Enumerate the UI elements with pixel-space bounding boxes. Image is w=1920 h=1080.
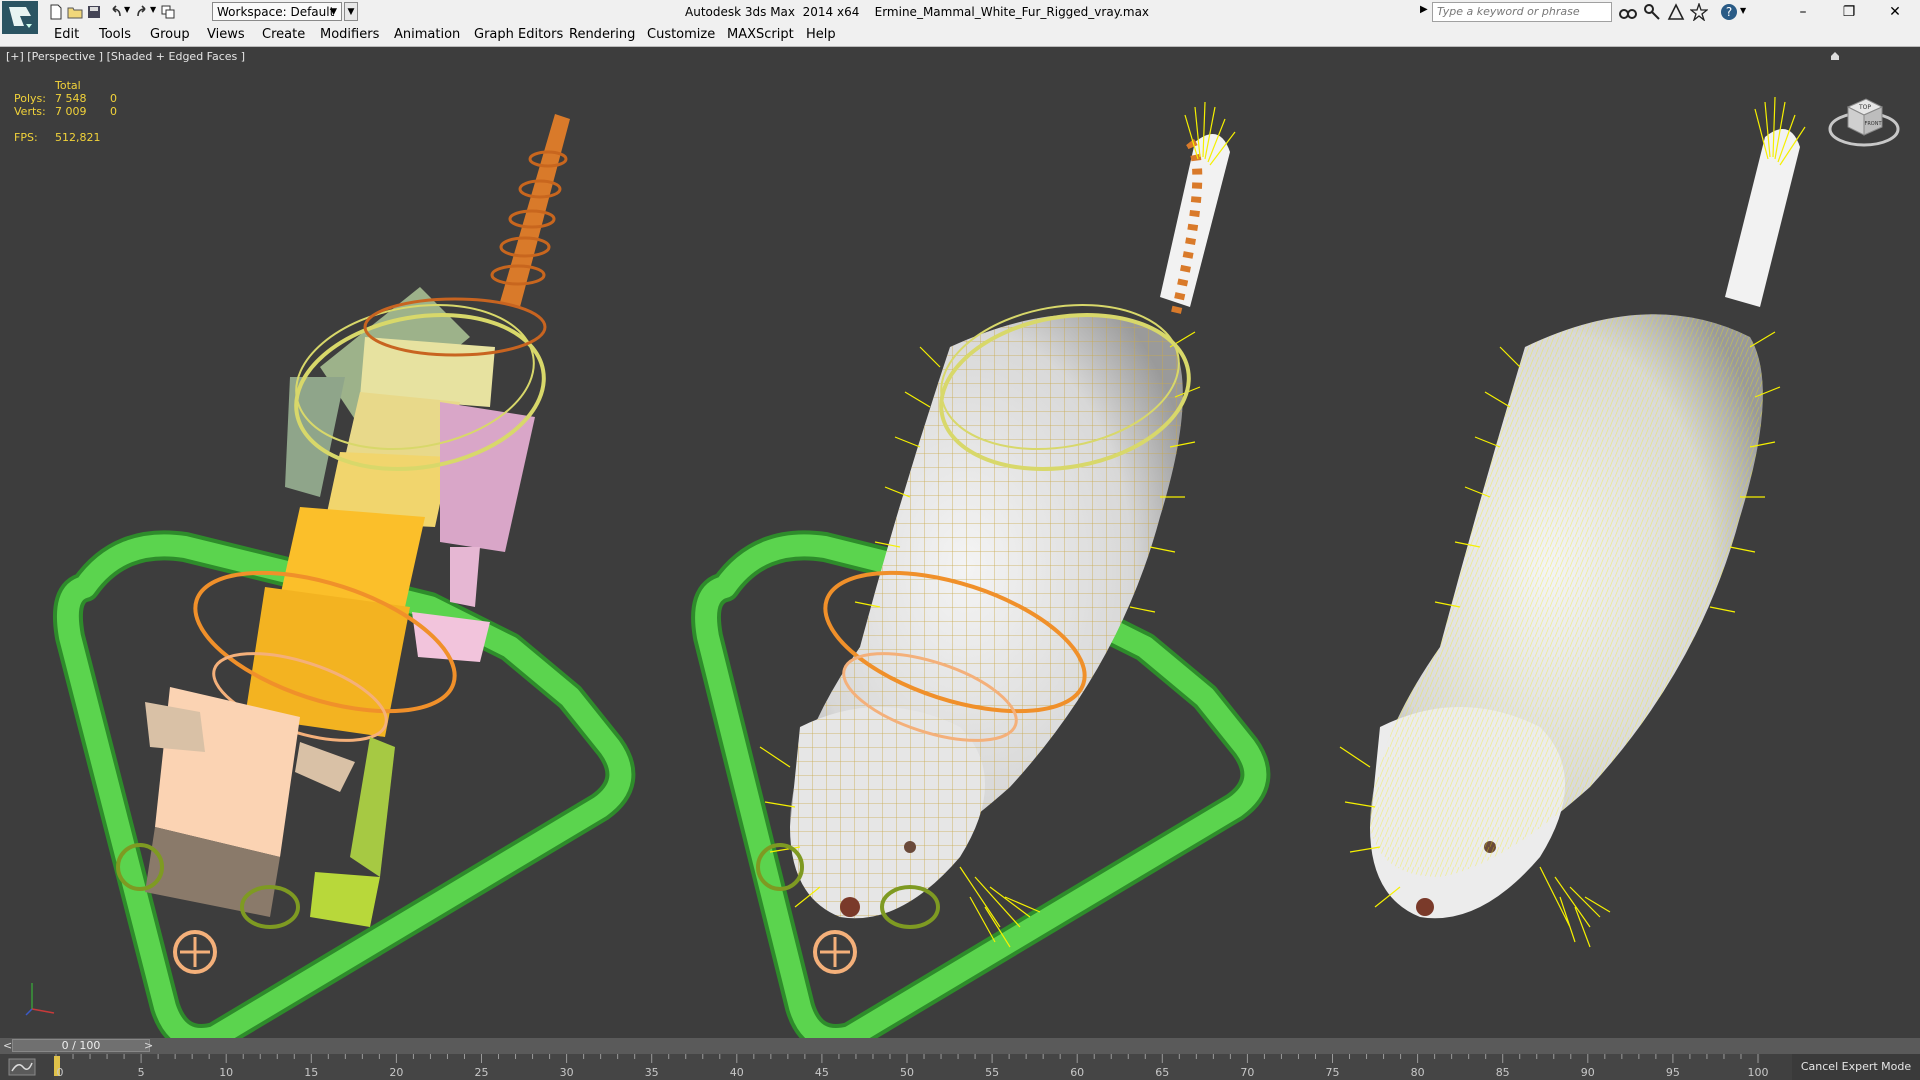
viewcube-front-label[interactable]: FRONT: [1864, 121, 1882, 127]
redo-dropdown-icon[interactable]: ▼: [150, 5, 156, 14]
track-tick-label: 45: [814, 1066, 829, 1079]
track-tick-label: 50: [900, 1066, 914, 1079]
track-tick-label: 60: [1070, 1066, 1085, 1079]
verts-selected-value: 0: [110, 105, 117, 118]
save-file-icon[interactable]: [86, 4, 102, 20]
track-tick-label: 10: [219, 1066, 234, 1079]
verts-value: 7 009: [55, 105, 87, 118]
max-logo-icon: [9, 7, 32, 28]
menu-bar: Edit Tools Group Views Create Modifiers …: [0, 25, 1920, 47]
fps-label: FPS:: [14, 131, 38, 144]
track-tick-label: 40: [729, 1066, 744, 1079]
communication-center-icon[interactable]: [1667, 3, 1685, 21]
viewport-label-menu[interactable]: [+] [Perspective ] [Shaded + Edged Faces…: [6, 50, 245, 63]
time-slider-next[interactable]: >: [144, 1039, 153, 1052]
workspace-label: Workspace: Default: [217, 5, 335, 19]
polys-label: Polys:: [14, 92, 46, 105]
restore-button[interactable]: ❐: [1826, 0, 1872, 25]
time-slider-handle[interactable]: 0 / 100: [12, 1039, 150, 1052]
file-name: Ermine_Mammal_White_Fur_Rigged_vray.max: [874, 5, 1150, 19]
menu-tools[interactable]: Tools: [99, 27, 131, 42]
cancel-expert-mode-button[interactable]: Cancel Expert Mode: [1792, 1054, 1920, 1080]
workspace-options-button[interactable]: ▼: [344, 2, 358, 21]
scene-render[interactable]: [0, 47, 1920, 1038]
fps-value: 512,821: [55, 131, 101, 144]
perspective-viewport[interactable]: [+] [Perspective ] [Shaded + Edged Faces…: [0, 47, 1920, 1038]
ermine-fur-right[interactable]: [1370, 129, 1800, 919]
viewcube[interactable]: TOP FRONT: [1826, 81, 1904, 153]
undo-icon[interactable]: [108, 4, 124, 20]
spine-bones-left[interactable]: [245, 287, 535, 737]
tail-bones-left[interactable]: [490, 114, 570, 307]
track-tick-label: 30: [559, 1066, 574, 1079]
polys-selected-value: 0: [110, 92, 117, 105]
ermine-mesh-middle[interactable]: [790, 134, 1230, 919]
menu-animation[interactable]: Animation: [394, 27, 460, 42]
verts-label: Verts:: [14, 105, 46, 118]
menu-modifiers[interactable]: Modifiers: [320, 27, 379, 42]
track-tick-label: 80: [1410, 1066, 1425, 1079]
redo-icon[interactable]: [134, 4, 150, 20]
track-tick-label: 70: [1240, 1066, 1255, 1079]
open-file-icon[interactable]: [67, 4, 83, 20]
window-title: Autodesk 3ds Max 2014 x64 Ermine_Mammal_…: [685, 5, 1149, 19]
track-tick-label: 25: [474, 1066, 489, 1079]
close-button[interactable]: ✕: [1872, 0, 1918, 25]
title-bar: ▼ ▼ Workspace: Default ▼ ▼ Autodesk 3ds M…: [0, 0, 1920, 34]
menu-maxscript[interactable]: MAXScript: [727, 27, 794, 42]
track-tick-label: 95: [1665, 1066, 1680, 1079]
app-menu-button[interactable]: [2, 1, 38, 34]
menu-edit[interactable]: Edit: [54, 27, 79, 42]
viewcube-top-label[interactable]: TOP: [1858, 104, 1871, 111]
track-bar[interactable]: 0 5 10 15 20 25 30 35 40 45 50 55 60 65 70 75 80 85 90 95 10…: [0, 1054, 1920, 1080]
track-tick-label: 55: [985, 1066, 1000, 1079]
menu-help[interactable]: Help: [806, 27, 836, 42]
track-tick-label: 100: [1747, 1066, 1769, 1079]
chevron-down-icon: ▼: [330, 7, 337, 17]
time-slider-bar[interactable]: < 0 / 100 >: [0, 1038, 1920, 1054]
track-tick-label: 75: [1325, 1066, 1340, 1079]
curve-editor-icon[interactable]: [8, 1058, 36, 1076]
binoculars-icon[interactable]: [1619, 3, 1637, 21]
world-axis-gizmo-icon: [25, 983, 55, 1016]
menu-rendering[interactable]: Rendering: [569, 27, 635, 42]
track-tick-label: 15: [304, 1066, 319, 1079]
track-tick-label: 65: [1155, 1066, 1170, 1079]
new-file-icon[interactable]: [48, 4, 64, 20]
svg-text:?: ?: [1726, 5, 1732, 19]
minimize-button[interactable]: –: [1780, 0, 1826, 25]
track-tick-label: 85: [1495, 1066, 1510, 1079]
home-icon[interactable]: [1830, 51, 1840, 61]
search-expand-icon[interactable]: ▶: [1420, 4, 1428, 15]
menu-create[interactable]: Create: [262, 27, 305, 42]
menu-views[interactable]: Views: [207, 27, 245, 42]
track-tick-labels: 0 5 10 15 20 25 30 35 40 45 50 55 60 65 70 75 80 85 90 95 10…: [54, 1054, 1769, 1080]
workspace-selector[interactable]: Workspace: Default ▼: [212, 2, 342, 21]
app-title: Autodesk 3ds Max 2014 x64: [685, 5, 860, 19]
subscription-key-icon[interactable]: [1643, 3, 1661, 21]
track-tick-label: 20: [389, 1066, 404, 1079]
help-icon[interactable]: ?: [1720, 3, 1738, 21]
track-tick-label: 90: [1580, 1066, 1595, 1079]
track-tick-label: 0: [56, 1066, 64, 1079]
menu-graph-editors[interactable]: Graph Editors: [474, 27, 563, 42]
favorites-star-icon[interactable]: [1690, 3, 1708, 21]
stats-header: Total: [55, 79, 81, 92]
help-dropdown-icon[interactable]: ▼: [1740, 6, 1746, 15]
track-tick-label: 35: [644, 1066, 659, 1079]
search-input[interactable]: Type a keyword or phrase: [1432, 2, 1612, 22]
polys-value: 7 548: [55, 92, 87, 105]
menu-customize[interactable]: Customize: [647, 27, 715, 42]
track-tick-label: 5: [137, 1066, 145, 1079]
project-folder-icon[interactable]: [160, 4, 176, 20]
undo-dropdown-icon[interactable]: ▼: [124, 5, 130, 14]
time-slider-prev[interactable]: <: [3, 1039, 12, 1052]
menu-group[interactable]: Group: [150, 27, 190, 42]
